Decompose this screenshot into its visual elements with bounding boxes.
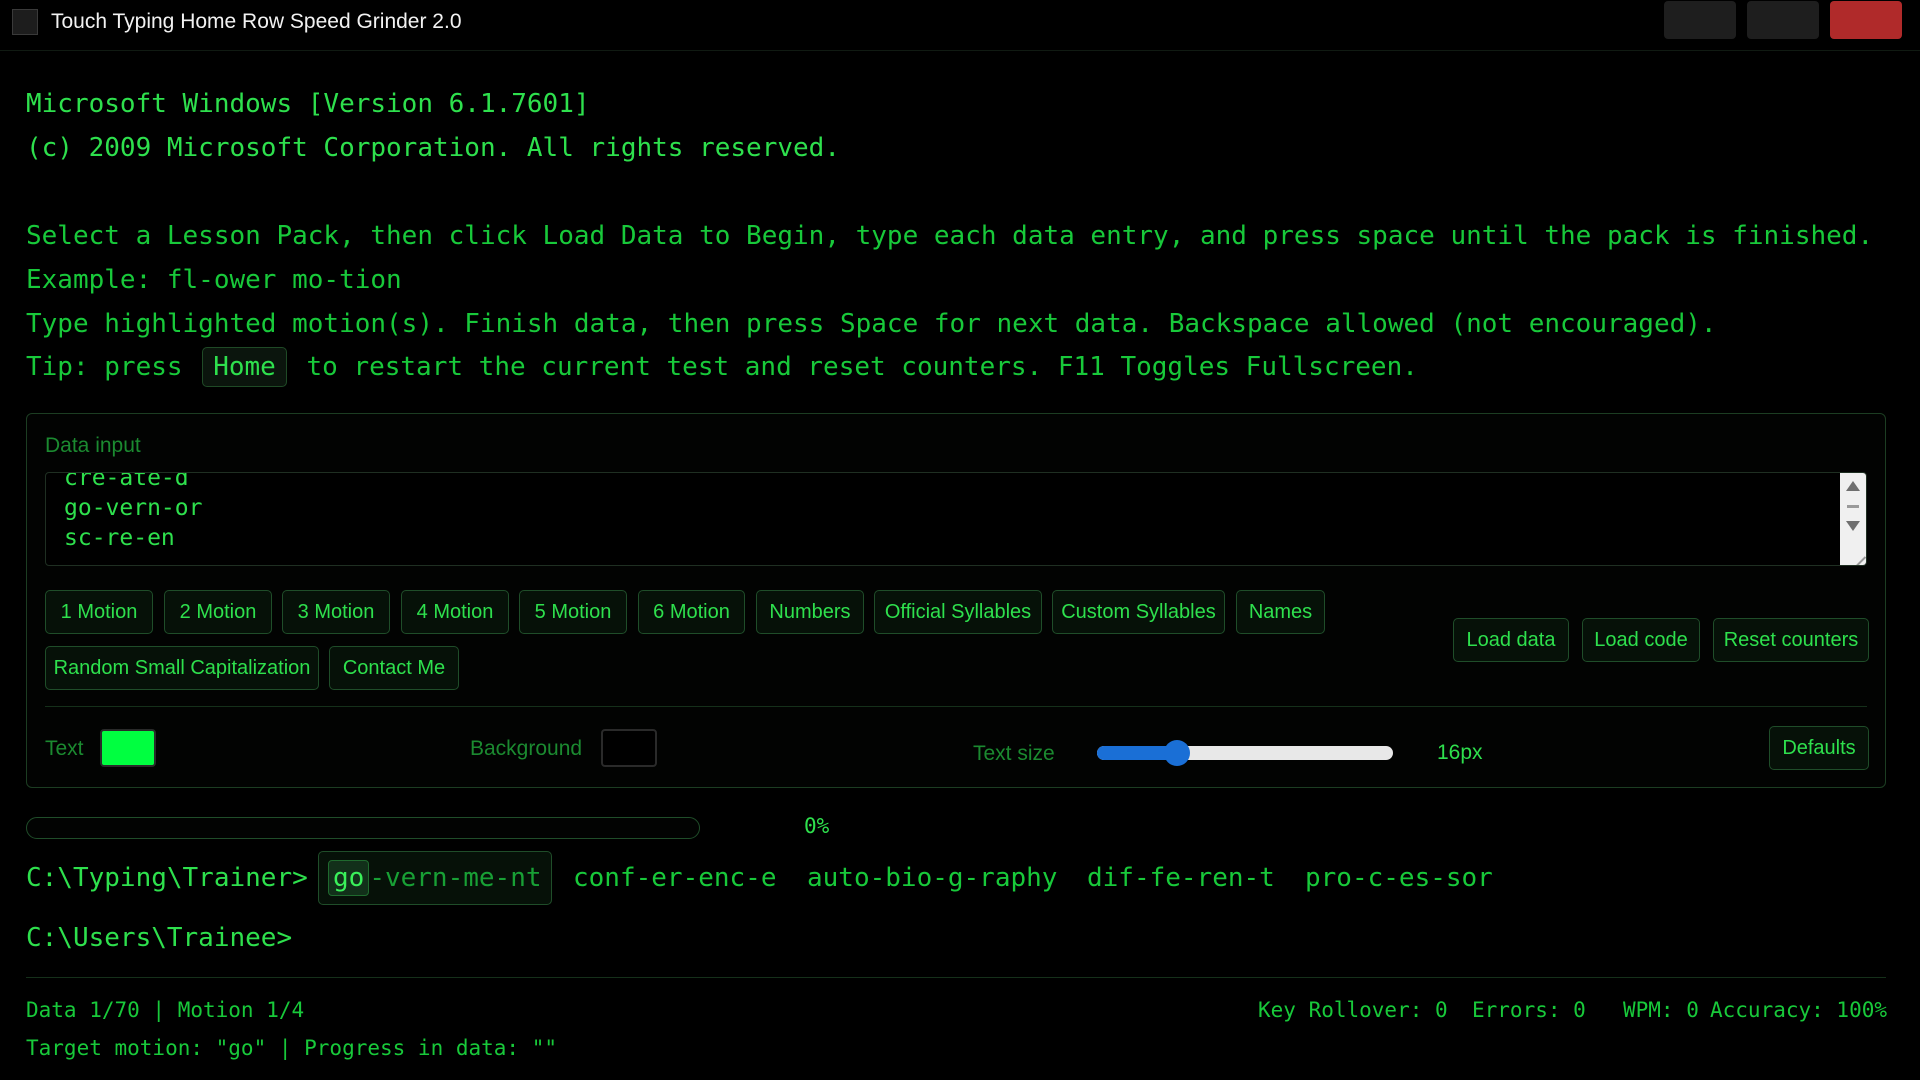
data-input-textarea[interactable]: cre-ate-d go-vern-or sc-re-en bbox=[45, 472, 1867, 566]
lesson-5-motion-button[interactable]: 5 Motion bbox=[519, 590, 627, 634]
data-line: cre-ate-d bbox=[64, 472, 189, 491]
scroll-thumb[interactable] bbox=[1847, 505, 1859, 508]
slider-thumb[interactable] bbox=[1163, 740, 1190, 766]
lesson-official-syllables-button[interactable]: Official Syllables bbox=[874, 590, 1042, 634]
panel-divider bbox=[45, 706, 1867, 707]
contact-me-button[interactable]: Contact Me bbox=[329, 646, 459, 690]
text-size-value: 16px bbox=[1437, 741, 1483, 764]
tip-line: Tip: press Home to restart the current t… bbox=[26, 347, 1418, 387]
text-size-label: Text size bbox=[973, 742, 1055, 765]
text-color-picker[interactable] bbox=[100, 729, 156, 767]
load-data-button[interactable]: Load data bbox=[1453, 618, 1569, 662]
data-input-content: cre-ate-d go-vern-or sc-re-en bbox=[64, 472, 203, 553]
data-motion-counter: Data 1/70 | Motion 1/4 bbox=[26, 998, 305, 1022]
defaults-button[interactable]: Defaults bbox=[1769, 726, 1869, 770]
maximize-button[interactable] bbox=[1747, 1, 1819, 39]
text-color-label: Text bbox=[45, 737, 84, 760]
progress-percent: 0% bbox=[804, 814, 830, 838]
load-code-button[interactable]: Load code bbox=[1582, 618, 1700, 662]
data-line: sc-re-en bbox=[64, 525, 175, 551]
home-key-badge: Home bbox=[202, 347, 287, 387]
window-title: Touch Typing Home Row Speed Grinder 2.0 bbox=[51, 10, 462, 33]
textarea-scrollbar[interactable] bbox=[1840, 473, 1866, 565]
lesson-2-motion-button[interactable]: 2 Motion bbox=[164, 590, 272, 634]
background-color-label: Background bbox=[470, 737, 583, 760]
close-button[interactable] bbox=[1830, 1, 1902, 39]
control-panel: Data input cre-ate-d go-vern-or sc-re-en 1… bbox=[26, 413, 1886, 788]
data-line: go-vern-or bbox=[64, 495, 203, 521]
resize-grip-icon[interactable] bbox=[1847, 547, 1866, 565]
minimize-button[interactable] bbox=[1664, 1, 1736, 39]
tip-prefix: Tip: press bbox=[26, 352, 183, 382]
instructions-line: Select a Lesson Pack, then click Load Da… bbox=[26, 221, 1874, 251]
upcoming-word: pro-c-es-sor bbox=[1305, 863, 1493, 893]
title-bar: Touch Typing Home Row Speed Grinder 2.0 bbox=[0, 0, 1920, 51]
target-motion-highlight: go bbox=[328, 860, 370, 896]
data-input-label: Data input bbox=[45, 434, 141, 457]
status-divider bbox=[26, 977, 1886, 978]
lesson-names-button[interactable]: Names bbox=[1236, 590, 1325, 634]
lesson-3-motion-button[interactable]: 3 Motion bbox=[282, 590, 390, 634]
current-word-rest: -vern-me-nt bbox=[369, 863, 542, 893]
text-size-slider[interactable] bbox=[1097, 740, 1393, 766]
prompt-path: C:\Typing\Trainer> bbox=[26, 863, 308, 893]
current-word: go -vern-me-nt bbox=[318, 851, 552, 905]
lesson-numbers-button[interactable]: Numbers bbox=[756, 590, 864, 634]
upcoming-word: auto-bio-g-raphy bbox=[807, 863, 1058, 893]
input-prompt-path: C:\Users\Trainee> bbox=[26, 923, 293, 953]
app-icon bbox=[12, 9, 38, 35]
lesson-custom-syllables-button[interactable]: Custom Syllables bbox=[1052, 590, 1225, 634]
target-motion-status: Target motion: "go" | Progress in data: … bbox=[26, 1036, 558, 1060]
wpm-stat: WPM: 0 bbox=[1623, 998, 1699, 1022]
errors-stat: Errors: 0 bbox=[1472, 998, 1586, 1022]
rules-line: Type highlighted motion(s). Finish data,… bbox=[26, 309, 1717, 339]
upcoming-word: dif-fe-ren-t bbox=[1087, 863, 1275, 893]
lesson-random-capitalization-button[interactable]: Random Small Capitalization bbox=[45, 646, 319, 690]
scroll-up-icon[interactable] bbox=[1846, 481, 1860, 491]
accuracy-stat: Accuracy: 100% bbox=[1710, 998, 1888, 1022]
lesson-1-motion-button[interactable]: 1 Motion bbox=[45, 590, 153, 634]
version-line: Microsoft Windows [Version 6.1.7601] bbox=[26, 89, 590, 119]
example-line: Example: fl-ower mo-tion bbox=[26, 265, 402, 295]
copyright-line: (c) 2009 Microsoft Corporation. All righ… bbox=[26, 133, 840, 163]
lesson-6-motion-button[interactable]: 6 Motion bbox=[638, 590, 745, 634]
key-rollover-stat: Key Rollover: 0 bbox=[1258, 998, 1448, 1022]
scroll-down-icon[interactable] bbox=[1846, 521, 1860, 531]
reset-counters-button[interactable]: Reset counters bbox=[1713, 618, 1869, 662]
upcoming-word: conf-er-enc-e bbox=[573, 863, 777, 893]
tip-suffix: to restart the current test and reset co… bbox=[306, 352, 1418, 382]
lesson-4-motion-button[interactable]: 4 Motion bbox=[401, 590, 509, 634]
background-color-picker[interactable] bbox=[601, 729, 657, 767]
progress-bar bbox=[26, 817, 700, 839]
